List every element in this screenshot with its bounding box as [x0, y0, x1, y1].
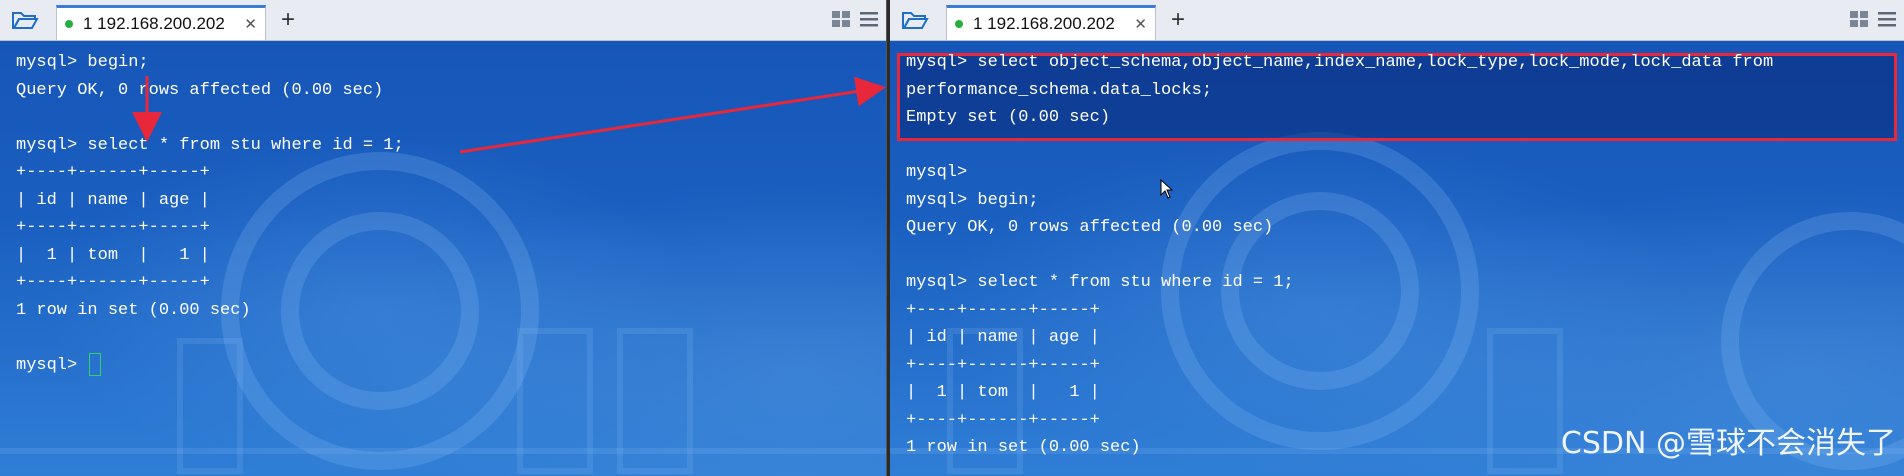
terminal-line: +----+------+-----+: [16, 273, 210, 292]
terminal-line: Query OK, 0 rows affected (0.00 sec): [906, 218, 1274, 237]
connected-status-dot: [65, 20, 73, 28]
terminal-lines: mysql> begin; Query OK, 0 rows affected (…: [16, 49, 404, 379]
right-tab-bar: 1 192.168.200.202 ✕ +: [890, 0, 1904, 41]
mouse-pointer-icon: [1160, 179, 1174, 199]
terminal-line: Empty set (0.00 sec): [906, 108, 1111, 127]
layout-grid-icon[interactable]: [830, 8, 852, 30]
terminal-line: mysql> select object_schema,object_name,…: [906, 53, 1774, 72]
terminal-line: 1 row in set (0.00 sec): [16, 300, 251, 320]
terminal-line: mysql>: [906, 163, 968, 182]
folder-open-icon: [12, 12, 39, 29]
add-tab-button[interactable]: +: [1164, 4, 1192, 36]
terminal-line: | 1 | tom | 1 |: [906, 383, 1100, 402]
terminal-line: mysql>: [16, 352, 404, 380]
terminal-line: +----+------+-----+: [906, 300, 1100, 320]
terminal-line: +----+------+-----+: [906, 355, 1100, 375]
layout-grid-icon[interactable]: [1848, 8, 1870, 30]
close-tab-icon[interactable]: ✕: [1134, 15, 1147, 33]
connected-status-dot: [955, 20, 963, 28]
tab-title: 1 192.168.200.202: [973, 14, 1115, 33]
terminal-line: +----+------+-----+: [16, 163, 210, 182]
add-tab-button[interactable]: +: [274, 4, 302, 36]
right-terminal-output[interactable]: mysql> select object_schema,object_name,…: [890, 41, 1904, 476]
csdn-watermark: CSDN @雪球不会消失了: [1560, 426, 1896, 461]
hamburger-menu-icon[interactable]: [1876, 8, 1898, 30]
terminal-line: performance_schema.data_locks;: [906, 80, 1213, 100]
right-terminal-pane: 1 192.168.200.202 ✕ + mysql> select obje…: [890, 0, 1904, 476]
terminal-line: mysql> begin;: [16, 53, 149, 72]
terminal-line: Query OK, 0 rows affected (0.00 sec): [16, 80, 384, 100]
terminal-line: mysql> begin;: [906, 190, 1039, 210]
close-tab-icon[interactable]: ✕: [244, 15, 257, 33]
session-tab[interactable]: 1 192.168.200.202 ✕: [56, 5, 266, 40]
left-terminal-output[interactable]: mysql> begin; Query OK, 0 rows affected (…: [0, 41, 886, 476]
session-tab[interactable]: 1 192.168.200.202 ✕: [946, 5, 1156, 40]
terminal-line: | id | name | age |: [906, 328, 1100, 347]
terminal-line: | 1 | tom | 1 |: [16, 245, 210, 265]
terminal-line: | id | name | age |: [16, 190, 210, 210]
open-folder-button[interactable]: [896, 4, 934, 36]
left-tab-bar: 1 192.168.200.202 ✕ +: [0, 0, 886, 41]
terminal-line: +----+------+-----+: [16, 218, 210, 237]
terminal-cursor: [89, 352, 102, 376]
hamburger-menu-icon[interactable]: [858, 8, 880, 30]
left-terminal-pane: 1 192.168.200.202 ✕ + mysql> begin; Quer…: [0, 0, 886, 476]
folder-open-icon: [902, 12, 929, 29]
terminal-line: mysql> select * from stu where id = 1;: [906, 273, 1294, 292]
terminal-line: mysql> select * from stu where id = 1;: [16, 135, 404, 155]
terminal-lines: mysql> select object_schema,object_name,…: [906, 49, 1773, 462]
tab-title: 1 192.168.200.202: [83, 14, 225, 33]
open-folder-button[interactable]: [6, 4, 44, 36]
